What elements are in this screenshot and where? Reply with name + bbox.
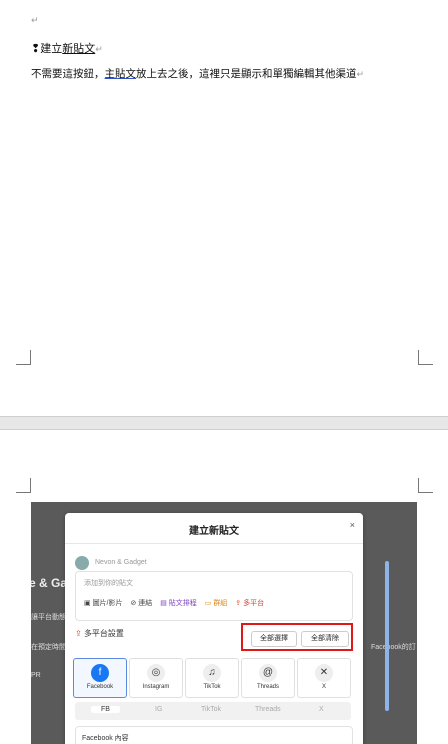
avatar bbox=[75, 556, 89, 570]
para-end: 放上去之後，這裡只是顯示和單獨編輯其他渠道 bbox=[136, 68, 357, 80]
compose-box[interactable]: 添加到你的貼文 ▣ 圖片/影片 ⊘ 連結 ▤ 貼文排程 ▭ 群組 ⇪ 多平台 bbox=[75, 571, 353, 621]
heading-prefix: ❢建立 bbox=[31, 43, 63, 55]
tab-x[interactable]: X bbox=[319, 706, 324, 713]
facebook-icon: f bbox=[91, 664, 109, 682]
compose-toolbar: ▣ 圖片/影片 ⊘ 連結 ▤ 貼文排程 ▭ 群組 ⇪ 多平台 bbox=[84, 598, 270, 608]
photo-icon[interactable]: ▣ 圖片/影片 bbox=[84, 600, 123, 607]
facebook-content-label: Facebook 內容 bbox=[82, 735, 129, 742]
platform-tabs: FB IG TikTok Threads X bbox=[75, 702, 351, 720]
group-icon[interactable]: ▭ 群組 bbox=[205, 600, 228, 607]
platform-instagram[interactable]: ◎ Instagram bbox=[129, 658, 183, 698]
modal-title: 建立新貼文 bbox=[189, 526, 239, 537]
create-post-modal: 建立新貼文 × Nevon & Gadget 添加到你的貼文 ▣ 圖片/影片 ⊘… bbox=[65, 513, 389, 744]
paragraph-mark: ↵ bbox=[95, 44, 103, 54]
doc-paragraph: 不需要這按鈕，主貼文放上去之後，這裡只是顯示和單獨編輯其他渠道↵ bbox=[31, 66, 364, 81]
tab-ig[interactable]: IG bbox=[155, 706, 162, 713]
doc-heading: ❢建立新貼文↵ bbox=[31, 40, 103, 56]
page-gap bbox=[0, 416, 448, 430]
highlight-box bbox=[241, 623, 353, 651]
multi-platform-icon[interactable]: ⇪ 多平台 bbox=[235, 600, 264, 607]
tab-tiktok[interactable]: TikTok bbox=[201, 706, 221, 713]
username: Nevon & Gadget bbox=[95, 559, 147, 566]
bg-text: 在預定時間 bbox=[31, 644, 66, 651]
scrollbar[interactable] bbox=[385, 561, 389, 711]
para-underlined: 主貼文 bbox=[104, 68, 137, 80]
paragraph-mark: ↵ bbox=[356, 69, 365, 79]
upload-icon: ⇪ bbox=[75, 629, 82, 638]
link-icon[interactable]: ⊘ 連結 bbox=[130, 600, 152, 607]
crop-mark bbox=[418, 350, 433, 365]
crop-mark bbox=[418, 478, 433, 493]
platform-tiktok[interactable]: ♫ TikTok bbox=[185, 658, 239, 698]
facebook-content-area[interactable]: Facebook 內容 bbox=[75, 726, 353, 744]
close-icon[interactable]: × bbox=[350, 520, 355, 530]
instagram-icon: ◎ bbox=[147, 664, 165, 682]
document-page-1: ↵ ❢建立新貼文↵ 不需要這按鈕，主貼文放上去之後，這裡只是顯示和單獨編輯其他渠… bbox=[0, 0, 448, 416]
tab-threads[interactable]: Threads bbox=[255, 706, 281, 713]
schedule-icon[interactable]: ▤ 貼文排程 bbox=[160, 600, 197, 607]
paragraph-mark: ↵ bbox=[31, 15, 39, 25]
x-icon: ✕ bbox=[315, 664, 333, 682]
platform-facebook[interactable]: f Facebook bbox=[73, 658, 127, 698]
heading-underlined: 新貼文 bbox=[62, 43, 96, 55]
bg-text: e & Ga bbox=[31, 576, 68, 590]
tiktok-icon: ♫ bbox=[203, 664, 221, 682]
para-start: 不需要這按鈕， bbox=[31, 68, 105, 80]
tab-fb[interactable]: FB bbox=[91, 706, 120, 713]
embedded-screenshot: e & Ga 讓平台動態保 在預定時間 Facebook的訂 PR 建立新貼文 … bbox=[31, 502, 417, 744]
bg-text: Facebook的訂 bbox=[371, 644, 416, 651]
crop-mark bbox=[16, 350, 31, 365]
crop-mark bbox=[16, 478, 31, 493]
threads-icon: @ bbox=[259, 664, 277, 682]
post-placeholder[interactable]: 添加到你的貼文 bbox=[84, 578, 133, 588]
platform-threads[interactable]: @ Threads bbox=[241, 658, 295, 698]
bg-text: PR bbox=[31, 672, 41, 679]
platform-x[interactable]: ✕ X bbox=[297, 658, 351, 698]
multi-platform-label: ⇪ 多平台設置 bbox=[75, 629, 124, 638]
divider bbox=[65, 543, 363, 544]
